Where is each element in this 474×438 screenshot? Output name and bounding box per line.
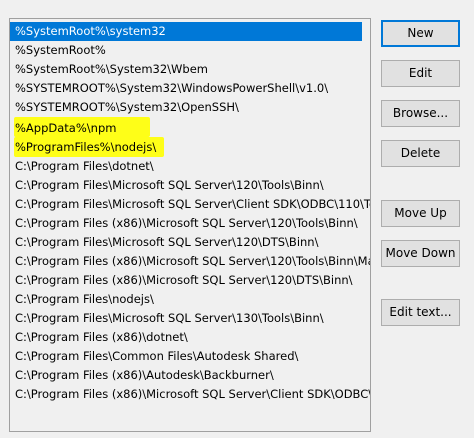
list-item[interactable]: %SystemRoot%\system32 [10,22,362,41]
list-item-label: %ProgramFiles%\nodejs\ [15,140,157,154]
list-item-highlighted[interactable]: %AppData%\npm [10,119,370,138]
browse-button[interactable]: Browse... [381,100,460,127]
list-item-label: C:\Program Files (x86)\Microsoft SQL Ser… [15,254,371,268]
edit-environment-variable-dialog: %SystemRoot%\system32 %SystemRoot% %Syst… [0,0,474,438]
move-down-button[interactable]: Move Down [381,240,460,267]
list-item[interactable]: C:\Program Files\Microsoft SQL Server\13… [10,309,370,328]
list-item-label: C:\Program Files\Microsoft SQL Server\12… [15,235,319,249]
list-item-label: C:\Program Files (x86)\Microsoft SQL Ser… [15,387,371,401]
list-item-label: C:\Program Files\Microsoft SQL Server\12… [15,178,324,192]
list-item[interactable]: C:\Program Files (x86)\Autodesk\Backburn… [10,366,370,385]
list-item[interactable]: C:\Program Files\Common Files\Autodesk S… [10,347,370,366]
new-button[interactable]: New [381,20,460,47]
list-item[interactable]: C:\Program Files (x86)\Microsoft SQL Ser… [10,271,370,290]
list-item-label: %SystemRoot% [15,43,106,57]
list-item[interactable]: C:\Program Files (x86)\dotnet\ [10,328,370,347]
list-item[interactable]: %SystemRoot%\System32\Wbem [10,60,370,79]
list-item-label: C:\Program Files (x86)\dotnet\ [15,330,188,344]
list-item[interactable]: C:\Program Files\Microsoft SQL Server\12… [10,176,370,195]
list-item-label: %SystemRoot%\system32 [15,24,166,38]
delete-button[interactable]: Delete [381,140,460,167]
list-item[interactable]: C:\Program Files (x86)\Microsoft SQL Ser… [10,214,370,233]
list-item-label: %AppData%\npm [15,121,117,135]
list-item-label: C:\Program Files\Microsoft SQL Server\13… [15,311,324,325]
list-item-label: C:\Program Files\Common Files\Autodesk S… [15,349,299,363]
list-item[interactable]: C:\Program Files\Microsoft SQL Server\Cl… [10,195,371,214]
list-item-label: C:\Program Files (x86)\Microsoft SQL Ser… [15,216,358,230]
edit-button[interactable]: Edit [381,60,460,87]
list-item-label: C:\Program Files (x86)\Microsoft SQL Ser… [15,273,353,287]
list-item[interactable]: %SystemRoot% [10,41,370,60]
list-item[interactable]: C:\Program Files\dotnet\ [10,157,370,176]
list-item-label: %SystemRoot%\System32\Wbem [15,62,209,76]
list-item-label: %SYSTEMROOT%\System32\OpenSSH\ [15,100,239,114]
list-item-label: C:\Program Files (x86)\Autodesk\Backburn… [15,368,274,382]
list-item-highlighted[interactable]: %ProgramFiles%\nodejs\ [10,138,370,157]
list-item[interactable]: C:\Program Files (x86)\Microsoft SQL Ser… [10,252,371,271]
list-item-label: C:\Program Files\Microsoft SQL Server\Cl… [15,197,371,211]
list-item[interactable]: C:\Program Files (x86)\Microsoft SQL Ser… [10,385,371,404]
list-item[interactable]: C:\Program Files\Microsoft SQL Server\12… [10,233,370,252]
list-item[interactable]: %SYSTEMROOT%\System32\OpenSSH\ [10,98,370,117]
list-item-label: C:\Program Files\nodejs\ [15,292,154,306]
move-up-button[interactable]: Move Up [381,200,460,227]
list-item[interactable]: %SYSTEMROOT%\System32\WindowsPowerShell\… [10,79,370,98]
list-item[interactable]: C:\Program Files\nodejs\ [10,290,370,309]
list-item-label: %SYSTEMROOT%\System32\WindowsPowerShell\… [15,81,329,95]
list-item-label: C:\Program Files\dotnet\ [15,159,154,173]
edit-text-button[interactable]: Edit text... [381,299,460,326]
path-list[interactable]: %SystemRoot%\system32 %SystemRoot% %Syst… [9,18,371,432]
